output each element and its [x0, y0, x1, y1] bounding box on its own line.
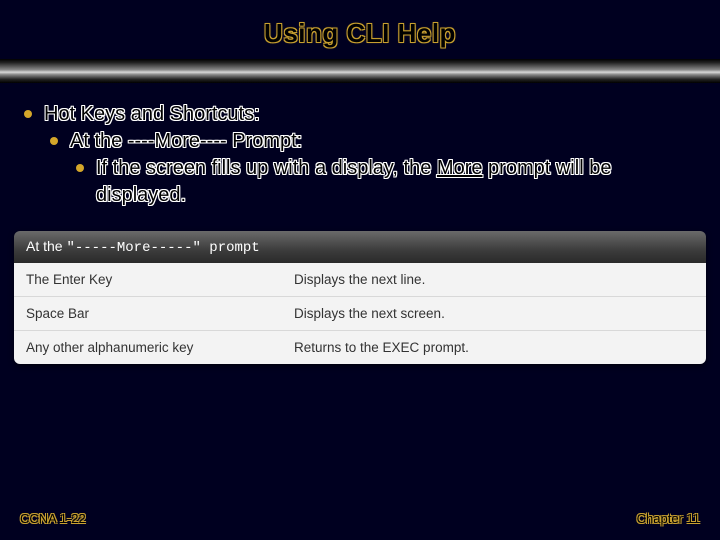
title-divider — [0, 59, 720, 83]
footer: CCNA 1-22 Chapter 11 — [0, 511, 720, 526]
footer-left: CCNA 1-22 — [20, 511, 86, 526]
table-header: At the "-----More-----" prompt — [14, 231, 706, 263]
bullet-level2: At the ----More---- Prompt: If the scree… — [44, 128, 702, 209]
table-val: Displays the next screen. — [282, 297, 706, 330]
footer-right: Chapter 11 — [637, 511, 700, 526]
table-row: Any other alphanumeric key Returns to th… — [14, 331, 706, 364]
slide-title: Using CLI Help — [0, 0, 720, 59]
table-key: Space Bar — [14, 297, 282, 330]
table-key: Any other alphanumeric key — [14, 331, 282, 364]
table-row: Space Bar Displays the next screen. — [14, 297, 706, 331]
bullet-l2-text: At the ----More---- Prompt: — [70, 130, 302, 152]
shortcut-table: At the "-----More-----" prompt The Enter… — [14, 231, 706, 364]
bullet-l3-pre: If the screen fills up with a display, t… — [96, 157, 437, 179]
table-header-mono: "-----More-----" prompt — [66, 240, 259, 256]
bullet-l1-text: Hot Keys and Shortcuts: — [44, 103, 260, 125]
bullet-l3-text: If the screen fills up with a display, t… — [96, 157, 611, 206]
table-val: Returns to the EXEC prompt. — [282, 331, 706, 364]
table-header-prefix: At the — [26, 238, 66, 254]
bullet-level3: If the screen fills up with a display, t… — [70, 155, 702, 209]
bullet-l3-underline: More — [437, 157, 483, 179]
table-key: The Enter Key — [14, 263, 282, 296]
bullet-level1: Hot Keys and Shortcuts: At the ----More-… — [18, 101, 702, 209]
content-area: Hot Keys and Shortcuts: At the ----More-… — [0, 101, 720, 209]
table-val: Displays the next line. — [282, 263, 706, 296]
table-row: The Enter Key Displays the next line. — [14, 263, 706, 297]
